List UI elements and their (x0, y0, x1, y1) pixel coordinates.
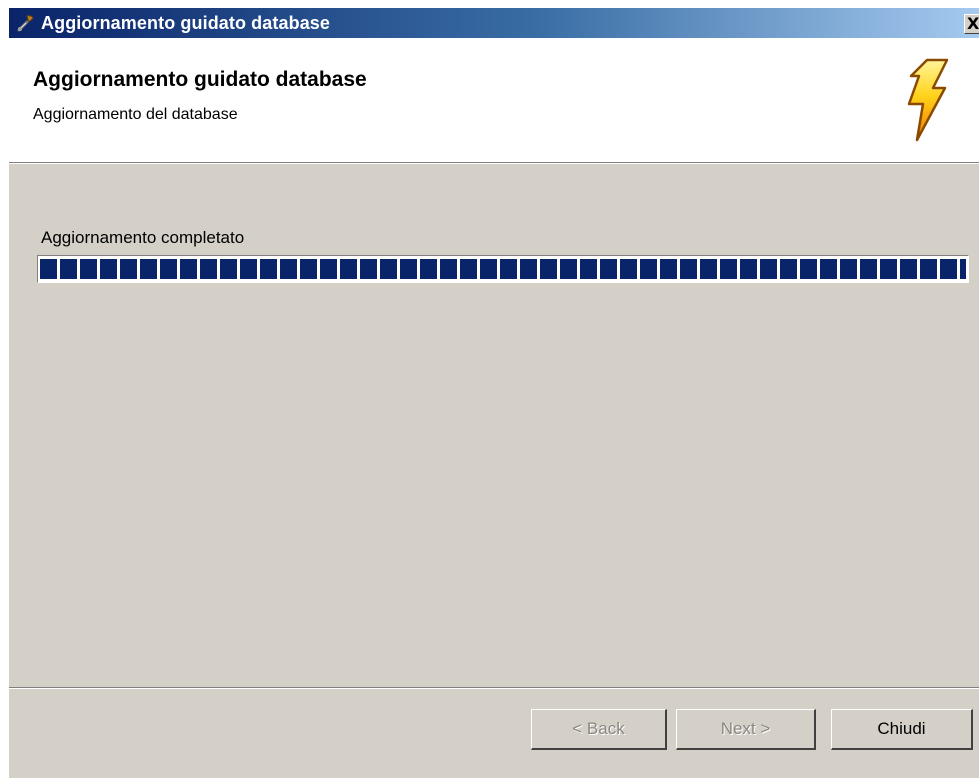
back-button-label: < Back (572, 719, 625, 738)
wizard-header: Aggiornamento guidato database Aggiornam… (9, 38, 979, 163)
header-divider (9, 163, 979, 164)
close-button-label: Chiudi (877, 719, 926, 738)
close-icon: X (967, 14, 979, 33)
lightning-bolt-icon (907, 58, 949, 142)
next-button-label: Next > (720, 719, 771, 738)
wizard-window: Aggiornamento guidato database X Aggiorn… (8, 8, 979, 778)
header-title: Aggiornamento guidato database (33, 68, 367, 91)
header-subtitle: Aggiornamento del database (33, 106, 238, 123)
progress-bar-fill (40, 259, 966, 279)
window-title: Aggiornamento guidato database (41, 12, 331, 33)
title-bar[interactable]: Aggiornamento guidato database X (9, 8, 979, 38)
back-button[interactable]: < Back (531, 709, 667, 750)
next-button[interactable]: Next > (676, 709, 816, 750)
close-button[interactable]: Chiudi (831, 709, 973, 750)
wrench-icon (15, 12, 37, 34)
progress-bar (37, 255, 969, 283)
progress-status-label: Aggiornamento completato (41, 228, 245, 247)
footer-divider (9, 687, 979, 689)
close-window-button[interactable]: X (964, 14, 979, 34)
